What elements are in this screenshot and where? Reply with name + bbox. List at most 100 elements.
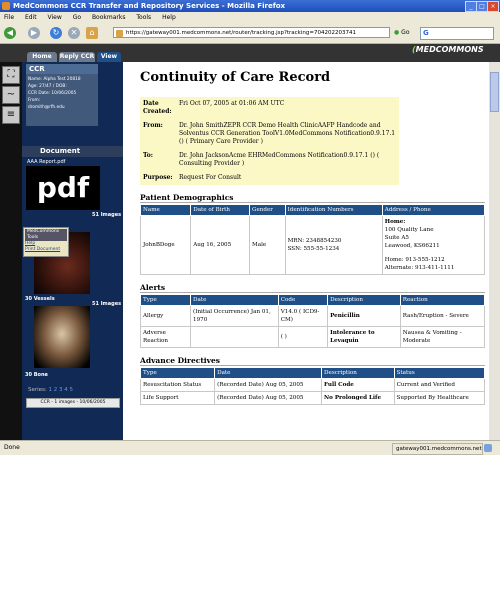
menu-tools[interactable]: Tools [136,14,151,21]
tab-reply-ccr[interactable]: Reply CCR [59,52,95,62]
meta-key: Purpose: [143,174,173,181]
ccr-meta-table: Date Created: Fri Oct 07, 2005 at 01:06 A… [140,97,399,185]
column-header: Code [277,294,329,306]
column-header: Name [139,204,192,216]
table-cell: (Recorded Date) Aug 05, 2005 [214,391,323,405]
meta-row: To: Dr. John JacksonAcme EHRMedCommons No… [140,149,399,171]
table-row: Resuscitation Status (Recorded Date) Aug… [139,378,486,392]
browser-window: MedCommons CCR Transfer and Repository S… [0,0,500,455]
scrollbar-thumb[interactable] [490,72,499,112]
menu-file[interactable]: File [4,14,14,21]
back-arrow-icon[interactable]: ◀ [4,27,16,39]
column-header: Date [190,294,279,306]
meta-value: Dr. John SmithZEPR CCR Demo Health Clini… [179,122,396,145]
table-cell: Life Support [139,391,216,405]
patient-dob: Aug 16, 2005 [190,215,251,275]
forward-arrow-icon[interactable]: ▶ [28,27,40,39]
menu-go[interactable]: Go [73,14,81,21]
firefox-icon [2,2,10,10]
ssn: SSN: 555-55-1234 [287,246,340,252]
table-row: Adverse Reaction ( ) Intolerance to Leva… [139,326,486,348]
table-cell: (Recorded Date) Aug 05, 2005 [214,378,323,392]
image-caption: 30 Bone [25,372,48,378]
series-label: Series: [28,387,47,393]
table-cell: Allergy [139,305,192,327]
column-header: Address / Phone [381,204,486,216]
menu-bookmarks[interactable]: Bookmarks [92,14,126,21]
series-selector: Series: 1 2 3 4 5 [28,387,73,393]
layers-icon[interactable]: ≡ [2,106,20,124]
table-cell: Current and Verified [393,378,486,392]
meta-key: From: [143,122,163,129]
go-icon: ● [394,29,400,36]
tools-popup-title: MedCommons Tools [25,229,67,241]
tool-strip: ⛶ ~ ≡ [0,62,22,440]
window-title: MedCommons CCR Transfer and Repository S… [13,2,286,10]
table-cell: No Prolonged Life [321,391,395,405]
image-caption: 30 Vessels [25,296,55,302]
document-name[interactable]: AAA Report.pdf [27,159,65,165]
address-line: Alternate: 913-411-1111 [384,265,455,271]
curve-icon[interactable]: ~ [2,86,20,104]
status-bar: Done gateway001.medcommons.net [0,440,500,455]
medcommons-logo: (MEDCOMMONS [412,45,484,54]
crop-icon[interactable]: ⛶ [2,66,20,84]
status-text: Done [4,444,20,451]
menu-bar: File Edit View Go Bookmarks Tools Help [0,12,500,23]
address-line: Home: 913-555-1212 [384,257,445,263]
ccr-summary-bar[interactable]: CCR - 1 images - 10/06/2005 [26,398,120,408]
patient-address: Home: 100 Quality Lane Suite A5 Leawood,… [381,215,486,275]
table-cell: Supported By Healthcare [393,391,486,405]
menu-view[interactable]: View [48,14,62,21]
favicon-icon [116,30,123,37]
table-cell [190,326,279,348]
pdf-thumbnail[interactable]: pdf [26,166,100,210]
column-header: Reaction [399,294,486,306]
meta-value: Fri Oct 07, 2005 at 01:06 AM UTC [179,100,285,107]
ccr-document: Continuity of Care Record Date Created: F… [123,62,489,440]
home-icon[interactable]: ⌂ [86,27,98,39]
patient-ids: MRN: 2348854230 SSN: 555-55-1234 [284,215,383,275]
page-title: Continuity of Care Record [140,70,331,85]
address-line: Suite A5 [384,235,409,241]
address-line: Leawood, KS66211 [384,243,440,249]
patient-name: JohnBDoge [139,215,192,275]
go-button[interactable]: ● Go [394,27,410,39]
menu-help[interactable]: Help [162,14,176,21]
table-cell: (Initial Occurrence) Jan 01, 1970 [190,305,279,327]
ccr-info-line: dromith@rfh.edu [28,105,65,110]
table-header-row: Type Date Code Description Reaction [139,294,486,306]
alerts-heading: Alerts [140,283,485,293]
meta-row: Purpose: Request For Consult [140,171,399,185]
ccr-header: CCR [26,64,98,74]
url-field[interactable]: https://gateway001.medcommons.net/router… [113,27,390,38]
table-header-row: Name Date of Birth Gender Identification… [139,204,486,216]
meta-key: To: [143,152,153,159]
tab-home[interactable]: Home [27,52,57,62]
reload-icon[interactable]: ↻ [50,27,62,39]
column-header: Type [139,367,216,379]
sidebar: CCR Name: Alpha Test 20818 Age: 27/47 / … [22,62,123,440]
lock-icon[interactable] [484,444,492,452]
document-title: Document [40,147,81,155]
table-cell: Rash/Eruption - Severe [399,305,486,327]
table-cell: Full Code [321,378,395,392]
stop-icon[interactable]: ✕ [68,27,80,39]
demographics-table: Name Date of Birth Gender Identification… [139,204,486,275]
print-document-link[interactable]: Print Document [25,247,67,253]
search-input[interactable]: G [420,27,494,40]
bone-thumbnail[interactable] [34,306,90,368]
column-header: Date [214,367,323,379]
vertical-scrollbar[interactable] [489,62,500,440]
close-button[interactable]: × [487,1,499,12]
menu-edit[interactable]: Edit [25,14,37,21]
tab-view[interactable]: View [97,52,121,62]
meta-key: Date Created: [143,100,172,115]
tools-popup: MedCommons Tools Help Print Document [23,227,69,257]
address-line: Home: [384,219,406,225]
column-header: Description [327,294,401,306]
column-header: Gender [249,204,286,216]
column-header: Date of Birth [190,204,251,216]
series-numbers[interactable]: 1 2 3 4 5 [49,387,74,393]
status-host: gateway001.medcommons.net [392,443,483,455]
